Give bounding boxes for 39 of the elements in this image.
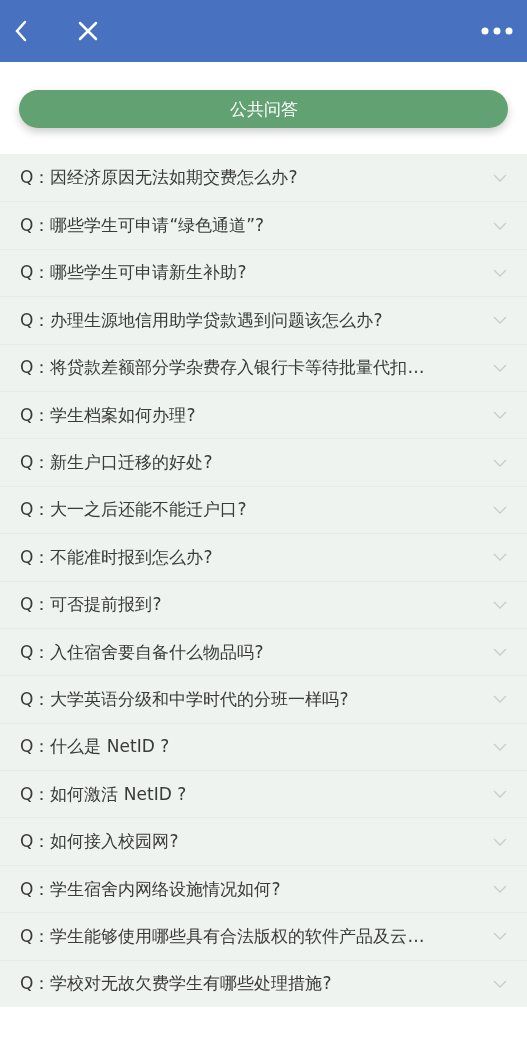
close-icon[interactable] <box>78 21 98 41</box>
question-text[interactable]: Q：大学英语分级和中学时代的分班一样吗? <box>20 688 485 711</box>
question-text[interactable]: Q：哪些学生可申请新生补助? <box>20 261 485 285</box>
question-text[interactable]: Q：学生能够使用哪些具有合法版权的软件产品及云… <box>20 924 485 948</box>
more-icon[interactable] <box>481 27 513 35</box>
chevron-icon[interactable] <box>493 363 507 372</box>
question-text[interactable]: Q：将贷款差额部分学杂费存入银行卡等待批量代扣… <box>20 356 485 380</box>
chevron-icon[interactable] <box>493 742 507 751</box>
chevron-icon[interactable] <box>493 458 507 467</box>
question-text[interactable]: Q：因经济原因无法如期交费怎么办? <box>20 166 485 190</box>
chevron-icon[interactable] <box>493 411 507 420</box>
chevron-icon[interactable] <box>493 695 507 704</box>
chevron-icon[interactable] <box>493 885 507 894</box>
chevron-icon[interactable] <box>493 600 507 609</box>
question-text[interactable]: Q：学校对无故欠费学生有哪些处理措施? <box>20 972 485 996</box>
chevron-icon[interactable] <box>493 932 507 941</box>
chevron-icon[interactable] <box>493 268 507 277</box>
question-text[interactable]: Q：大一之后还能不能迁户口? <box>20 498 485 522</box>
question-text[interactable]: Q：新生户口迁移的好处? <box>20 451 485 475</box>
chevron-icon[interactable] <box>493 173 507 182</box>
question-text[interactable]: Q：入住宿舍要自备什么物品吗? <box>20 640 485 664</box>
question-text[interactable]: Q：如何接入校园网? <box>20 830 485 854</box>
chevron-icon[interactable] <box>493 648 507 657</box>
question-text[interactable]: Q：可否提前报到? <box>20 593 485 617</box>
chevron-icon[interactable] <box>493 221 507 230</box>
question-text[interactable]: Q：不能准时报到怎么办? <box>20 545 485 569</box>
chevron-icon[interactable] <box>493 979 507 988</box>
question-text[interactable]: Q：如何激活 NetID ? <box>20 782 485 806</box>
chevron-icon[interactable] <box>493 790 507 799</box>
question-text[interactable]: Q：学生宿舍内网络设施情况如何? <box>20 877 485 901</box>
question-text[interactable]: Q：学生档案如何办理? <box>20 403 485 427</box>
back-icon[interactable] <box>14 20 28 42</box>
chevron-icon[interactable] <box>493 505 507 514</box>
question-text[interactable]: Q：办理生源地信用助学贷款遇到问题该怎么办? <box>20 308 485 332</box>
chevron-icon[interactable] <box>493 553 507 562</box>
chevron-icon[interactable] <box>493 837 507 846</box>
question-text[interactable]: Q：哪些学生可申请“绿色通道”? <box>20 214 485 238</box>
question-text[interactable]: Q：什么是 NetID ? <box>20 735 485 759</box>
chevron-icon[interactable] <box>493 316 507 325</box>
